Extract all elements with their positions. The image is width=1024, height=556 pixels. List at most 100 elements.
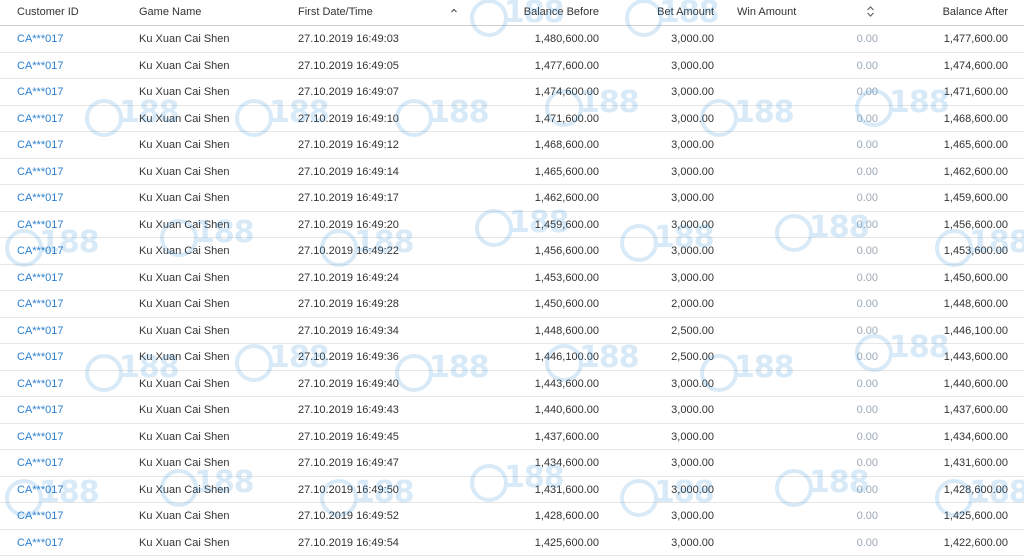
customer-id-link[interactable]: CA***017 (17, 113, 63, 125)
col-header-win-amount[interactable]: Win Amount (737, 6, 796, 18)
balance-before-cell: 1,448,600.00 (535, 325, 599, 337)
table-row[interactable]: CA***017Ku Xuan Cai Shen27.10.2019 16:49… (0, 159, 1024, 186)
datetime-cell: 27.10.2019 16:49:54 (298, 537, 399, 549)
balance-after-cell: 1,456,600.00 (944, 219, 1008, 231)
bet-amount-cell: 3,000.00 (671, 378, 714, 390)
balance-after-cell: 1,450,600.00 (944, 272, 1008, 284)
table-row[interactable]: CA***017Ku Xuan Cai Shen27.10.2019 16:49… (0, 530, 1024, 556)
grid-body: CA***017 Ku Xuan Cai Shen 27.10.2019 16:49… (0, 26, 1024, 556)
table-row[interactable]: CA***017Ku Xuan Cai Shen27.10.2019 16:49… (0, 106, 1024, 133)
win-amount-cell: 0.00 (857, 166, 878, 178)
datetime-cell: 27.10.2019 16:49:05 (298, 60, 399, 72)
balance-after-cell: 1,448,600.00 (944, 298, 1008, 310)
customer-id-link[interactable]: CA***017 (17, 86, 63, 98)
datetime-cell: 27.10.2019 16:49:36 (298, 351, 399, 363)
col-header-first-datetime[interactable]: First Date/Time (298, 6, 373, 18)
datetime-cell: 27.10.2019 16:49:52 (298, 510, 399, 522)
balance-after-cell: 1,428,600.00 (944, 484, 1008, 496)
balance-after-cell: 1,425,600.00 (944, 510, 1008, 522)
game-name-cell: Ku Xuan Cai Shen (139, 113, 230, 125)
table-row[interactable]: CA***017Ku Xuan Cai Shen27.10.2019 16:49… (0, 265, 1024, 292)
customer-id-link[interactable]: CA***017 (17, 537, 63, 549)
col-header-balance-after[interactable]: Balance After (943, 6, 1008, 18)
bet-amount-cell: 2,000.00 (671, 298, 714, 310)
balance-before-cell: 1,477,600.00 (535, 60, 599, 72)
balance-before-cell: 1,465,600.00 (535, 166, 599, 178)
table-row[interactable]: CA***017 Ku Xuan Cai Shen 27.10.2019 16:49… (0, 212, 1024, 239)
table-row[interactable]: CA***017Ku Xuan Cai Shen27.10.2019 16:49… (0, 53, 1024, 80)
transactions-grid: Customer ID Game Name First Date/Time Ba… (0, 0, 1024, 556)
table-row[interactable]: CA***017Ku Xuan Cai Shen27.10.2019 16:49… (0, 238, 1024, 265)
grid-header: Customer ID Game Name First Date/Time Ba… (0, 0, 1024, 26)
bet-amount-cell: 3,000.00 (671, 245, 714, 257)
table-row[interactable]: CA***017Ku Xuan Cai Shen27.10.2019 16:49… (0, 132, 1024, 159)
table-row[interactable]: CA***017Ku Xuan Cai Shen27.10.2019 16:49… (0, 424, 1024, 451)
table-row[interactable]: CA***017Ku Xuan Cai Shen27.10.2019 16:49… (0, 291, 1024, 318)
customer-id-link[interactable]: CA***017 (17, 378, 63, 390)
table-row[interactable]: CA***017Ku Xuan Cai Shen27.10.2019 16:49… (0, 26, 1024, 53)
col-header-game-name[interactable]: Game Name (139, 6, 201, 18)
customer-id-link[interactable]: CA***017 (17, 166, 63, 178)
customer-id-link[interactable]: CA***017 (17, 245, 63, 257)
table-row[interactable]: CA***017Ku Xuan Cai Shen27.10.2019 16:49… (0, 371, 1024, 398)
game-name-cell: Ku Xuan Cai Shen (139, 404, 230, 416)
customer-id-link[interactable]: CA***017 (17, 351, 63, 363)
datetime-cell: 27.10.2019 16:49:28 (298, 298, 399, 310)
bet-amount-cell: 3,000.00 (671, 484, 714, 496)
win-amount-cell: 0.00 (857, 431, 878, 443)
balance-before-cell: 1,450,600.00 (535, 298, 599, 310)
game-name-cell: Ku Xuan Cai Shen (139, 219, 230, 231)
table-row[interactable]: CA***017Ku Xuan Cai Shen27.10.2019 16:49… (0, 344, 1024, 371)
balance-after-cell: 1,465,600.00 (944, 139, 1008, 151)
col-header-balance-before[interactable]: Balance Before (524, 6, 599, 18)
customer-id-link[interactable]: CA***017 (17, 404, 63, 416)
customer-id-link[interactable]: CA***017 (17, 219, 63, 231)
col-header-bet-amount[interactable]: Bet Amount (657, 6, 714, 18)
customer-id-link[interactable]: CA***017 (17, 192, 63, 204)
win-amount-cell: 0.00 (857, 272, 878, 284)
customer-id-link[interactable]: CA***017 (17, 510, 63, 522)
customer-id-link[interactable]: CA***017 (17, 431, 63, 443)
win-amount-cell: 0.00 (857, 510, 878, 522)
customer-id-link[interactable]: CA***017 (17, 484, 63, 496)
bet-amount-cell: 2,500.00 (671, 325, 714, 337)
game-name-cell: Ku Xuan Cai Shen (139, 484, 230, 496)
sort-ascending-icon[interactable] (450, 6, 458, 16)
balance-after-cell: 1,459,600.00 (944, 192, 1008, 204)
customer-id-link[interactable]: CA***017 (17, 298, 63, 310)
win-amount-cell: 0.00 (857, 219, 878, 231)
customer-id-link[interactable]: CA***017 (17, 325, 63, 337)
balance-before-cell: 1,474,600.00 (535, 86, 599, 98)
table-row[interactable]: CA***017Ku Xuan Cai Shen27.10.2019 16:49… (0, 450, 1024, 477)
win-amount-cell: 0.00 (857, 192, 878, 204)
customer-id-link[interactable]: CA***017 (17, 33, 63, 45)
datetime-cell: 27.10.2019 16:49:07 (298, 86, 399, 98)
table-row[interactable]: CA***017Ku Xuan Cai Shen27.10.2019 16:49… (0, 318, 1024, 345)
datetime-cell: 27.10.2019 16:49:20 (298, 219, 399, 231)
balance-after-cell: 1,477,600.00 (944, 33, 1008, 45)
customer-id-link[interactable]: CA***017 (17, 272, 63, 284)
win-amount-cell: 0.00 (857, 404, 878, 416)
balance-after-cell: 1,440,600.00 (944, 378, 1008, 390)
bet-amount-cell: 3,000.00 (671, 272, 714, 284)
win-amount-cell: 0.00 (857, 484, 878, 496)
customer-id-link[interactable]: CA***017 (17, 457, 63, 469)
game-name-cell: Ku Xuan Cai Shen (139, 431, 230, 443)
table-row[interactable]: CA***017Ku Xuan Cai Shen27.10.2019 16:49… (0, 477, 1024, 504)
win-amount-cell: 0.00 (857, 351, 878, 363)
customer-id-link[interactable]: CA***017 (17, 60, 63, 72)
table-row[interactable]: CA***017Ku Xuan Cai Shen27.10.2019 16:49… (0, 397, 1024, 424)
win-amount-cell: 0.00 (857, 325, 878, 337)
table-row[interactable]: CA***017Ku Xuan Cai Shen27.10.2019 16:49… (0, 185, 1024, 212)
bet-amount-cell: 3,000.00 (671, 86, 714, 98)
customer-id-link[interactable]: CA***017 (17, 139, 63, 151)
table-row[interactable]: CA***017Ku Xuan Cai Shen27.10.2019 16:49… (0, 503, 1024, 530)
sort-toggle-icon[interactable] (866, 5, 875, 18)
balance-before-cell: 1,456,600.00 (535, 245, 599, 257)
col-header-customer-id[interactable]: Customer ID (17, 6, 79, 18)
win-amount-cell: 0.00 (857, 457, 878, 469)
balance-before-cell: 1,453,600.00 (535, 272, 599, 284)
win-amount-cell: 0.00 (857, 378, 878, 390)
balance-before-cell: 1,446,100.00 (535, 351, 599, 363)
table-row[interactable]: CA***017Ku Xuan Cai Shen27.10.2019 16:49… (0, 79, 1024, 106)
